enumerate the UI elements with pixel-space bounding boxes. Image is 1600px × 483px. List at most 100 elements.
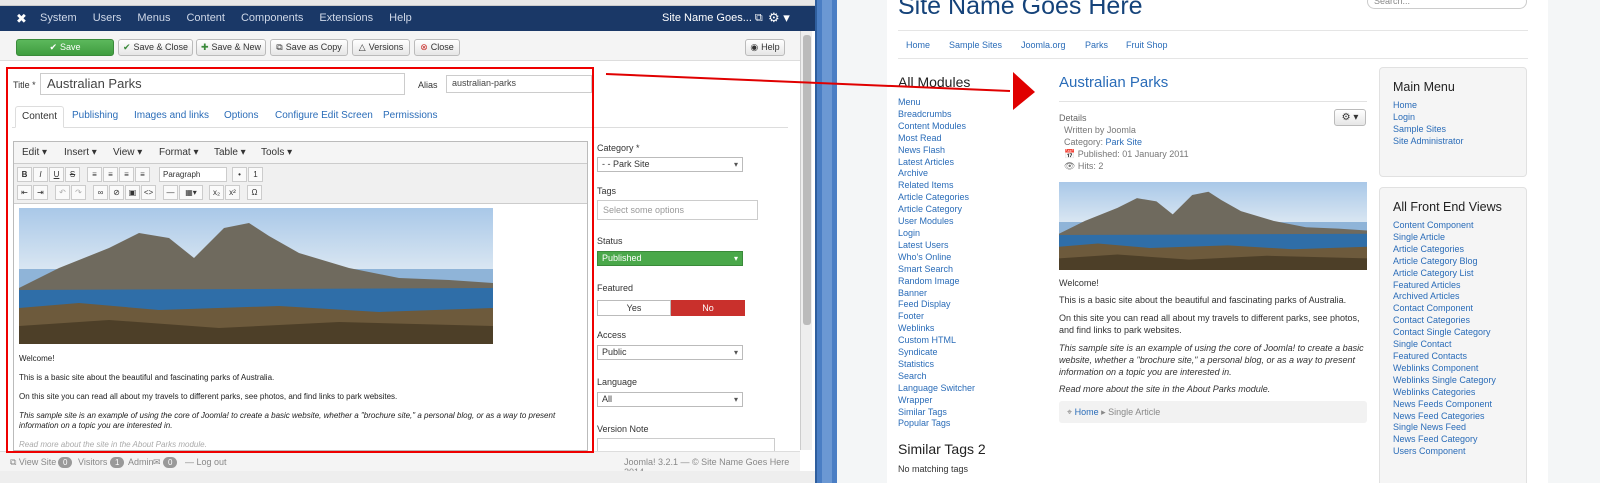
editor-menu-edit[interactable]: Edit ▾ bbox=[22, 147, 47, 158]
joomla-logo-icon[interactable]: ✖ bbox=[16, 11, 27, 27]
nav-fruit-shop[interactable]: Fruit Shop bbox=[1126, 40, 1168, 50]
help-button[interactable]: ◉ Help bbox=[745, 39, 785, 56]
module-link[interactable]: User Modules bbox=[898, 216, 975, 228]
module-link[interactable]: Banner bbox=[898, 288, 975, 300]
front-view-link[interactable]: Article Category Blog bbox=[1393, 256, 1526, 268]
outdent-icon[interactable]: ⇤ bbox=[17, 185, 32, 200]
language-select[interactable]: All bbox=[597, 392, 743, 407]
module-link[interactable]: Wrapper bbox=[898, 395, 975, 407]
front-view-link[interactable]: Content Component bbox=[1393, 220, 1526, 232]
front-view-link[interactable]: Weblinks Single Category bbox=[1393, 375, 1526, 387]
module-link[interactable]: Login bbox=[898, 228, 975, 240]
menu-help[interactable]: Help bbox=[389, 12, 412, 24]
tab-configure-edit-screen[interactable]: Configure Edit Screen bbox=[269, 106, 379, 128]
module-link[interactable]: Article Category bbox=[898, 204, 975, 216]
code-icon[interactable]: <> bbox=[141, 185, 156, 200]
front-view-link[interactable]: Weblinks Component bbox=[1393, 363, 1526, 375]
menu-system[interactable]: System bbox=[40, 12, 77, 24]
italic-icon[interactable]: I bbox=[33, 167, 48, 182]
editor-content[interactable]: Welcome! This is a basic site about the … bbox=[14, 204, 587, 463]
save-as-copy-button[interactable]: ⧉ Save as Copy bbox=[270, 39, 348, 56]
editor-menu-view[interactable]: View ▾ bbox=[113, 147, 142, 158]
nav-home[interactable]: Home bbox=[906, 40, 930, 50]
category-select[interactable]: - - Park Site bbox=[597, 157, 743, 172]
omega-icon[interactable]: Ω bbox=[247, 185, 262, 200]
menu-users[interactable]: Users bbox=[93, 12, 122, 24]
align-justify-icon[interactable]: ≡ bbox=[135, 167, 150, 182]
menu-components[interactable]: Components bbox=[241, 12, 303, 24]
editor-menu-format[interactable]: Format ▾ bbox=[159, 147, 198, 158]
module-link[interactable]: Similar Tags bbox=[898, 407, 975, 419]
search-input[interactable]: Search... bbox=[1367, 0, 1527, 9]
front-view-link[interactable]: Featured Articles bbox=[1393, 280, 1526, 292]
front-view-link[interactable]: Single Contact bbox=[1393, 339, 1526, 351]
tab-images-links[interactable]: Images and links bbox=[128, 106, 215, 128]
front-view-link[interactable]: Contact Single Category bbox=[1393, 327, 1526, 339]
editor-menu-tools[interactable]: Tools ▾ bbox=[261, 147, 292, 158]
module-link[interactable]: Most Read bbox=[898, 133, 975, 145]
module-link[interactable]: Archive bbox=[898, 168, 975, 180]
module-link[interactable]: Feed Display bbox=[898, 299, 975, 311]
tab-permissions[interactable]: Permissions bbox=[377, 106, 443, 128]
module-link[interactable]: Search bbox=[898, 371, 975, 383]
indent-icon[interactable]: ⇥ bbox=[33, 185, 48, 200]
breadcrumb-home[interactable]: Home bbox=[1075, 407, 1099, 417]
front-view-link[interactable]: Users Component bbox=[1393, 446, 1526, 458]
module-link[interactable]: Weblinks bbox=[898, 323, 975, 335]
module-link[interactable]: Random Image bbox=[898, 276, 975, 288]
module-link[interactable]: Latest Users bbox=[898, 240, 975, 252]
subscript-icon[interactable]: x₂ bbox=[209, 185, 224, 200]
undo-icon[interactable]: ↶ bbox=[55, 185, 70, 200]
gear-icon[interactable]: ⚙ ▾ bbox=[1334, 109, 1366, 126]
status-select[interactable]: Published bbox=[597, 251, 743, 266]
align-right-icon[interactable]: ≡ bbox=[119, 167, 134, 182]
tab-options[interactable]: Options bbox=[218, 106, 264, 128]
nav-joomla-org[interactable]: Joomla.org bbox=[1021, 40, 1066, 50]
front-view-link[interactable]: Featured Contacts bbox=[1393, 351, 1526, 363]
access-select[interactable]: Public bbox=[597, 345, 743, 360]
module-link[interactable]: Custom HTML bbox=[898, 335, 975, 347]
featured-yes-button[interactable]: Yes bbox=[597, 300, 671, 316]
align-center-icon[interactable]: ≡ bbox=[103, 167, 118, 182]
strikethrough-icon[interactable]: S bbox=[65, 167, 80, 182]
front-view-link[interactable]: Weblinks Categories bbox=[1393, 387, 1526, 399]
editor-menu-insert[interactable]: Insert ▾ bbox=[64, 147, 97, 158]
front-view-link[interactable]: Archived Articles bbox=[1393, 291, 1526, 303]
module-link[interactable]: Who's Online bbox=[898, 252, 975, 264]
front-view-link[interactable]: News Feed Categories bbox=[1393, 411, 1526, 423]
front-view-link[interactable]: Single News Feed bbox=[1393, 422, 1526, 434]
module-link[interactable]: Related Items bbox=[898, 180, 975, 192]
nav-parks[interactable]: Parks bbox=[1085, 40, 1108, 50]
module-link[interactable]: Syndicate bbox=[898, 347, 975, 359]
front-view-link[interactable]: Single Article bbox=[1393, 232, 1526, 244]
module-link[interactable]: Language Switcher bbox=[898, 383, 975, 395]
front-view-link[interactable]: Contact Categories bbox=[1393, 315, 1526, 327]
versions-button[interactable]: △ Versions bbox=[352, 39, 410, 56]
module-link[interactable]: Article Categories bbox=[898, 192, 975, 204]
alias-input[interactable]: australian-parks bbox=[446, 75, 592, 93]
image-icon[interactable]: ▣ bbox=[125, 185, 140, 200]
tags-input[interactable]: Select some options bbox=[597, 200, 758, 220]
module-link[interactable]: Footer bbox=[898, 311, 975, 323]
front-view-link[interactable]: News Feeds Component bbox=[1393, 399, 1526, 411]
superscript-icon[interactable]: x² bbox=[225, 185, 240, 200]
bullet-list-icon[interactable]: • bbox=[232, 167, 247, 182]
module-link[interactable]: Statistics bbox=[898, 359, 975, 371]
mail-icon[interactable]: ✉ bbox=[153, 457, 161, 468]
module-link[interactable]: Menu bbox=[898, 97, 975, 109]
article-title[interactable]: Australian Parks bbox=[1059, 74, 1168, 91]
module-link[interactable]: Breadcrumbs bbox=[898, 109, 975, 121]
category-link[interactable]: Park Site bbox=[1106, 137, 1143, 147]
front-view-link[interactable]: News Feed Category bbox=[1393, 434, 1526, 446]
link-icon[interactable]: ∞ bbox=[93, 185, 108, 200]
featured-no-button[interactable]: No bbox=[671, 300, 745, 316]
tinymce-editor[interactable]: Edit ▾ Insert ▾ View ▾ Format ▾ Table ▾ … bbox=[13, 141, 588, 451]
title-input[interactable]: Australian Parks bbox=[40, 73, 405, 95]
site-name-link[interactable]: Site Name Goes... ⧉ bbox=[662, 12, 763, 25]
front-view-link[interactable]: Article Categories bbox=[1393, 244, 1526, 256]
logout-link[interactable]: — Log out bbox=[185, 457, 227, 467]
front-view-link[interactable]: Contact Component bbox=[1393, 303, 1526, 315]
front-view-link[interactable]: Article Category List bbox=[1393, 268, 1526, 280]
close-button[interactable]: ⊗ Close bbox=[414, 39, 460, 56]
module-link[interactable]: Content Modules bbox=[898, 121, 975, 133]
